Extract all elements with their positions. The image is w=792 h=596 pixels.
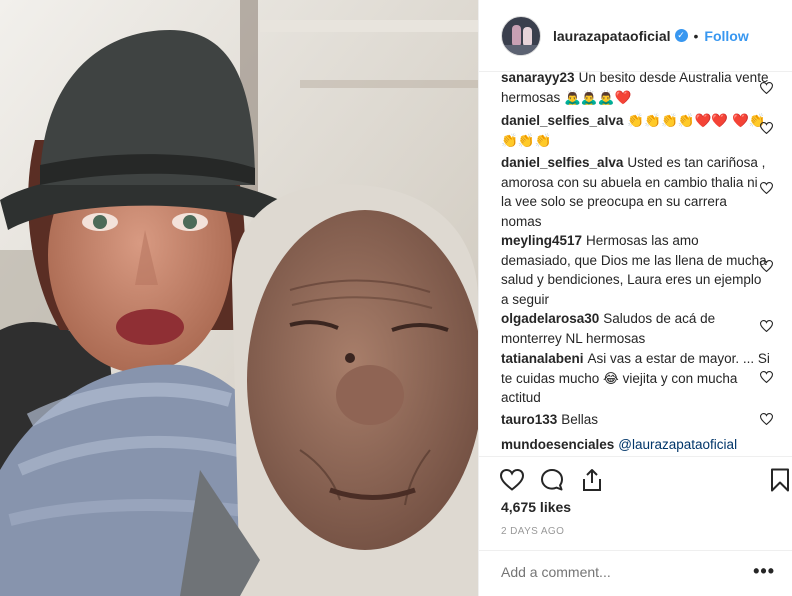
- comment-username[interactable]: olgadelarosa30: [501, 311, 599, 326]
- likes-count[interactable]: 4,675 likes: [501, 499, 571, 515]
- comment-item: daniel_selfies_alva Usted es tan cariñosa…: [501, 153, 771, 231]
- comment-like-icon[interactable]: [760, 260, 773, 272]
- post-photo[interactable]: [0, 0, 478, 596]
- comment-username[interactable]: tatianalabeni: [501, 351, 584, 366]
- speech-bubble-icon[interactable]: [539, 467, 565, 493]
- post-username[interactable]: laurazapataoficial: [553, 28, 671, 44]
- post-side-panel: laurazapataoficial ✓ • Follow sanarayy23…: [478, 0, 792, 596]
- verified-badge-icon: ✓: [674, 29, 688, 42]
- comment-item: daniel_selfies_alva 👏👏👏👏❤️❤️ ❤️👏👏👏👏: [501, 111, 771, 150]
- heart-outline-icon[interactable]: [499, 467, 525, 493]
- comment-username[interactable]: daniel_selfies_alva: [501, 113, 623, 128]
- add-comment-input[interactable]: [501, 564, 721, 580]
- share-upload-icon[interactable]: [579, 467, 605, 493]
- comment-like-icon[interactable]: [760, 413, 773, 425]
- comment-username[interactable]: sanarayy23: [501, 70, 575, 85]
- comment-like-icon[interactable]: [760, 371, 773, 383]
- more-options-button[interactable]: •••: [753, 561, 775, 582]
- comment-item: meyling4517 Hermosas las amo demasiado, q…: [501, 231, 771, 309]
- comment-mention-link[interactable]: @laurazapataoficial: [618, 437, 737, 452]
- comment-like-icon[interactable]: [760, 320, 773, 332]
- post-timestamp[interactable]: 2 DAYS AGO: [501, 526, 564, 537]
- comment-username[interactable]: meyling4517: [501, 233, 582, 248]
- comment-item: sanarayy23 Un besito desde Australia vent…: [501, 68, 771, 107]
- bookmark-icon[interactable]: [767, 467, 792, 493]
- comment-item: tatianalabeni Asi vas a estar de mayor. .…: [501, 349, 771, 408]
- comment-item: tauro133 Bellas: [501, 410, 771, 430]
- separator-dot: •: [693, 27, 699, 44]
- add-comment-bar: •••: [479, 550, 792, 596]
- comment-like-icon[interactable]: [760, 122, 773, 134]
- follow-button[interactable]: Follow: [704, 28, 748, 44]
- comment-item: olgadelarosa30 Saludos de acá de monterre…: [501, 309, 771, 348]
- comment-username[interactable]: mundoesenciales: [501, 437, 614, 452]
- comment-like-icon[interactable]: [760, 182, 773, 194]
- comment-like-icon[interactable]: [760, 82, 773, 94]
- photo-illustration: [0, 0, 478, 596]
- comment-username[interactable]: tauro133: [501, 412, 557, 427]
- comment-text: Bellas: [561, 412, 599, 427]
- comment-item: mundoesenciales @laurazapataoficial: [501, 435, 771, 455]
- post-header: laurazapataoficial ✓ • Follow: [479, 0, 792, 72]
- comment-list[interactable]: sanarayy23 Un besito desde Australia vent…: [479, 60, 792, 456]
- comment-username[interactable]: daniel_selfies_alva: [501, 155, 623, 170]
- avatar[interactable]: [501, 15, 541, 56]
